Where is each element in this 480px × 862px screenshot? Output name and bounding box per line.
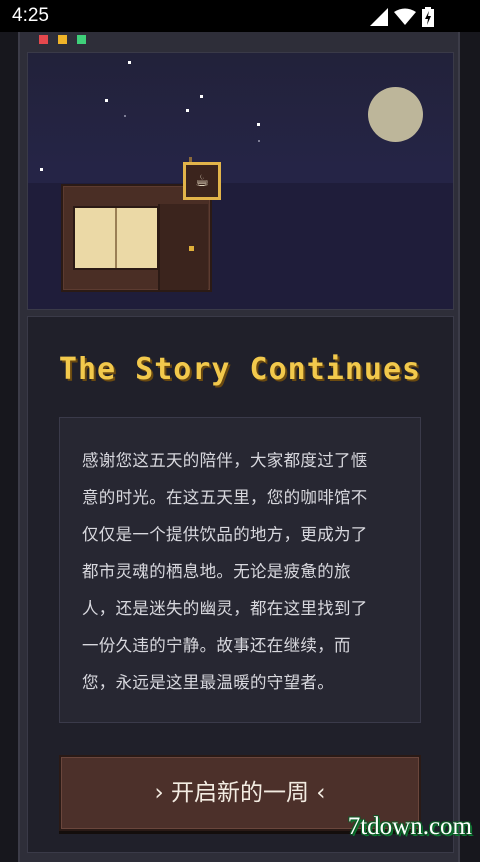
battery-charging-icon (422, 7, 434, 27)
star (105, 99, 108, 102)
status-time: 4:25 (12, 5, 49, 26)
star (258, 140, 260, 142)
star (186, 109, 189, 112)
maximize-dot[interactable] (77, 35, 86, 44)
signal-icon (370, 8, 388, 26)
star (200, 95, 203, 98)
night-scene: ☕ (27, 52, 454, 310)
star (128, 61, 131, 64)
minimize-dot[interactable] (58, 35, 67, 44)
story-line: 仅仅是一个提供饮品的地方，更成为了 (82, 525, 368, 544)
story-line: 您，永远是这里最温暖的守望者。 (82, 673, 334, 692)
star (257, 123, 260, 126)
story-line: 都市灵魂的栖息地。无论是疲惫的旅 (82, 562, 351, 581)
watermark: 7tdown.com (347, 813, 472, 840)
close-dot[interactable] (39, 35, 48, 44)
moon (368, 87, 423, 142)
title-bar (20, 32, 458, 50)
star (124, 115, 126, 117)
star (40, 168, 43, 171)
story-title: The Story Continues (58, 352, 422, 387)
shop-door (158, 204, 208, 290)
story-line: 人，还是迷失的幽灵，都在这里找到了 (82, 599, 368, 618)
story-text: 感谢您这五天的陪伴，大家都度过了惬 意的时光。在这五天里，您的咖啡馆不 仅仅是一… (59, 417, 421, 723)
status-bar: 4:25 (0, 0, 480, 32)
story-line: 一份久违的宁静。故事还在继续，而 (82, 636, 351, 655)
door-knob (189, 246, 194, 251)
story-line: 意的时光。在这五天里，您的咖啡馆不 (82, 488, 368, 507)
story-line: 感谢您这五天的陪伴，大家都度过了惬 (82, 451, 368, 470)
wifi-icon (394, 8, 416, 25)
shop-window (73, 206, 159, 270)
status-icons (370, 7, 450, 27)
coffee-cup-icon: ☕ (183, 162, 221, 200)
coffee-shop (61, 184, 212, 292)
window-mullion (115, 208, 117, 268)
